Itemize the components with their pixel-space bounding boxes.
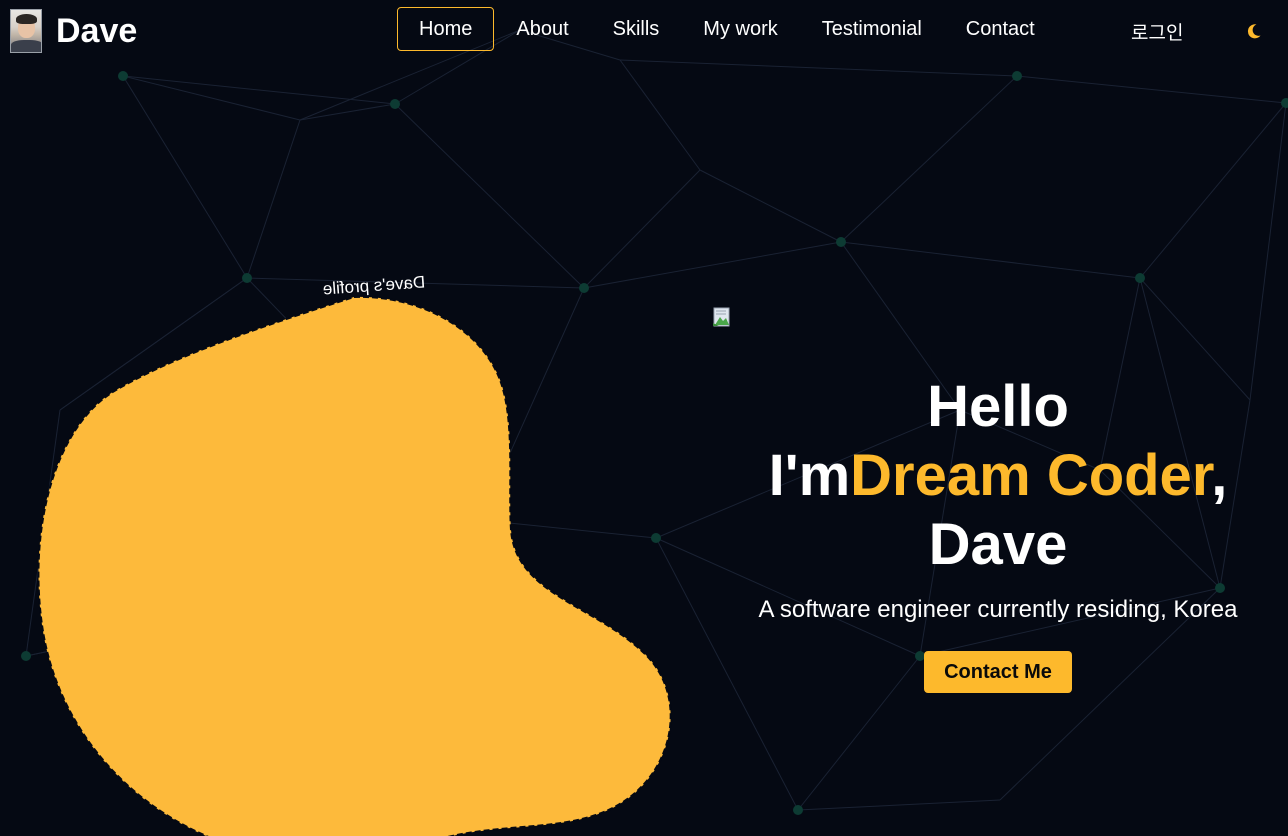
avatar: [10, 9, 42, 53]
network-edge: [299, 103, 396, 121]
crescent-moon-icon[interactable]: [1244, 21, 1264, 41]
network-edge: [122, 75, 396, 105]
hero-title-prefix: I'm: [768, 443, 851, 508]
network-edge: [1249, 102, 1287, 401]
network-node: [21, 651, 31, 661]
network-edge: [699, 169, 842, 243]
network-edge: [394, 103, 585, 289]
nav-item-contact[interactable]: Contact: [944, 7, 1057, 51]
network-node: [1012, 71, 1022, 81]
network-edge: [1139, 102, 1287, 279]
network-node: [1135, 273, 1145, 283]
broken-image-icon: [713, 307, 730, 327]
nav-item-home[interactable]: Home: [397, 7, 495, 51]
brand[interactable]: Dave: [10, 9, 137, 53]
hero-title: Hello I'mDream Coder, Dave: [708, 372, 1288, 579]
network-edge: [619, 59, 1018, 77]
login-link[interactable]: 로그인: [1131, 18, 1183, 45]
network-edge: [1016, 75, 1287, 104]
network-edge: [122, 75, 248, 279]
nav-item-testimonial[interactable]: Testimonial: [800, 7, 944, 51]
brand-name: Dave: [56, 12, 138, 50]
hero-title-comma: ,: [1211, 443, 1228, 508]
nav-item-about[interactable]: About: [494, 7, 590, 51]
network-node: [1281, 98, 1288, 108]
nav-item-my-work[interactable]: My work: [681, 7, 799, 51]
network-node: [390, 99, 400, 109]
nav-item-skills[interactable]: Skills: [591, 7, 682, 51]
network-node: [579, 283, 589, 293]
contact-me-button[interactable]: Contact Me: [924, 651, 1072, 693]
hero-title-hello: Hello: [927, 374, 1069, 439]
crescent-moon-decoration-icon: [1176, 724, 1253, 800]
network-node: [836, 237, 846, 247]
network-edge: [840, 241, 1141, 279]
hero-subtitle: A software engineer currently residing, …: [758, 596, 1238, 623]
network-edge: [246, 119, 301, 279]
hero: Hello I'mDream Coder, Dave A software en…: [708, 372, 1288, 693]
page: Dave Home About Skills My work Testimoni…: [0, 0, 1288, 836]
network-edge: [797, 799, 1001, 811]
hero-title-accent: Dream Coder: [850, 443, 1212, 508]
network-edge: [122, 75, 301, 121]
network-node: [242, 273, 252, 283]
network-node: [118, 71, 128, 81]
hero-title-name: Dave: [928, 512, 1068, 577]
main-nav: Home About Skills My work Testimonial Co…: [397, 7, 1057, 51]
network-edge: [840, 75, 1018, 243]
profile-blob: [37, 295, 672, 836]
network-edge: [619, 59, 701, 171]
network-node: [793, 805, 803, 815]
